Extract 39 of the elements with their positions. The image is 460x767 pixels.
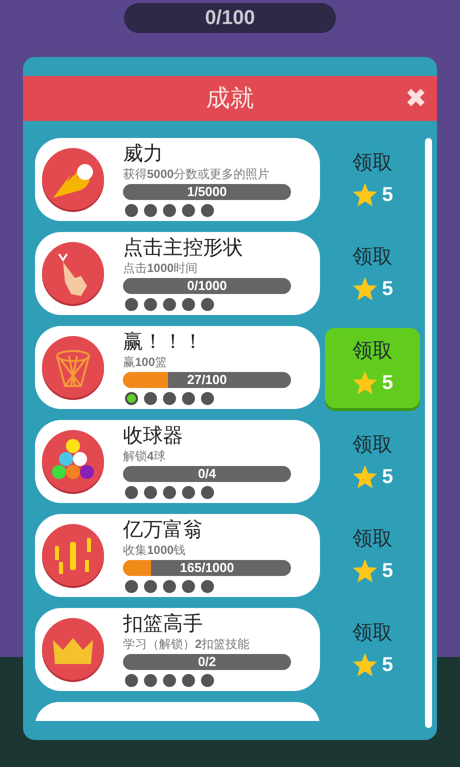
star-icon [352, 464, 378, 490]
claim-button[interactable]: 领取 5 [325, 516, 420, 596]
achievement-icon [41, 242, 105, 306]
claim-button[interactable]: 领取 5 [325, 234, 420, 314]
achievement-icon [41, 148, 105, 212]
achievement-description: 解锁4球 [123, 448, 167, 464]
progress-text: 0/4 [196, 466, 218, 482]
claim-button[interactable]: 领取 5 [325, 328, 420, 408]
progress-text: 0/1000 [186, 278, 228, 294]
close-button[interactable]: ✖ [405, 82, 427, 114]
achievement-title: 赢！！！ [123, 330, 204, 354]
achievement-icon [41, 430, 105, 494]
claim-button[interactable]: 领取 5 [325, 140, 420, 220]
achievement-icon [41, 618, 105, 682]
achievement-title: 亿万富翁 [123, 518, 204, 542]
achievement-title: 威力 [123, 142, 164, 166]
counter-text: 0/100 [204, 6, 256, 31]
progress-text: 1/5000 [186, 184, 228, 200]
star-icon [352, 276, 378, 302]
dialog-title: 成就 [206, 84, 254, 114]
achievement-description: 收集1000钱 [123, 542, 187, 558]
progress-text: 27/100 [186, 372, 228, 388]
claim-button[interactable]: 领取 5 [325, 610, 420, 690]
achievement-description: 获得5000分数或更多的照片 [123, 166, 271, 182]
star-icon [352, 182, 378, 208]
achievement-title: 收球器 [123, 424, 184, 448]
achievement-description: 点击1000时间 [123, 260, 199, 276]
achievement-description: 学习（解锁）2扣篮技能 [123, 636, 251, 652]
claim-button[interactable]: 领取 5 [325, 422, 420, 502]
achievement-description: 赢100篮 [123, 354, 168, 370]
progress-text: 0/2 [196, 654, 218, 670]
achievement-title: 扣篮高手 [123, 612, 204, 636]
achievement-icon [41, 524, 105, 588]
progress-text: 165/1000 [178, 560, 236, 576]
star-icon [352, 558, 378, 584]
achievement-icon [41, 336, 105, 400]
star-icon [352, 370, 378, 396]
star-icon [352, 652, 378, 678]
achievement-title: 点击主控形状 [123, 236, 244, 260]
